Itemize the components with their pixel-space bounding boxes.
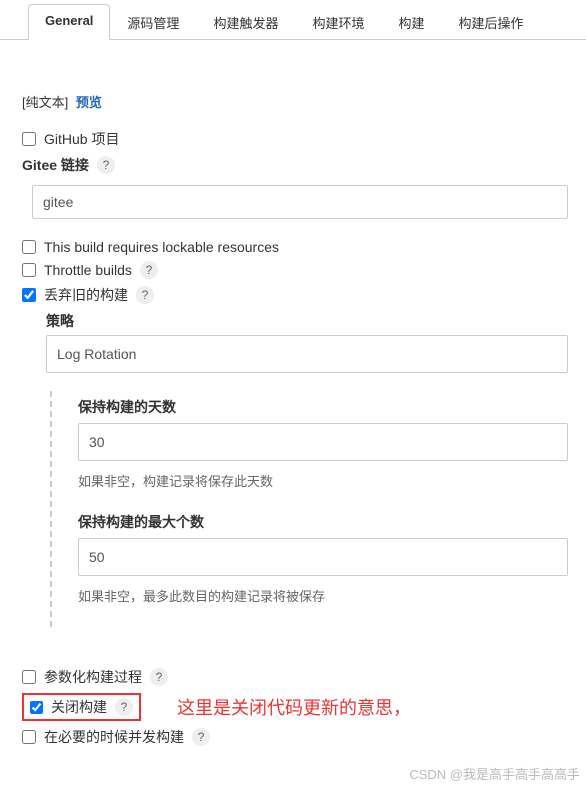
parameterized-label: 参数化构建过程 [44, 667, 142, 687]
keep-days-input[interactable] [78, 423, 568, 461]
keep-max-input[interactable] [78, 538, 568, 576]
keep-max-hint: 如果非空，最多此数目的构建记录将被保存 [78, 586, 568, 605]
parameterized-checkbox[interactable] [22, 670, 36, 684]
gitee-link-input[interactable] [32, 185, 568, 219]
gitee-link-label: Gitee 链接 [22, 155, 89, 175]
gitee-link-row: Gitee 链接 ? [22, 155, 568, 175]
help-icon[interactable]: ? [97, 156, 115, 174]
tab-triggers[interactable]: 构建触发器 [196, 4, 295, 40]
lockable-row: This build requires lockable resources [22, 239, 568, 255]
strategy-select[interactable]: Log Rotation [46, 335, 568, 373]
concurrent-checkbox[interactable] [22, 730, 36, 744]
format-preview[interactable]: 预览 [76, 95, 102, 110]
tab-scm[interactable]: 源码管理 [110, 4, 196, 40]
throttle-label: Throttle builds [44, 262, 132, 278]
description-format: [纯文本] 预览 [22, 92, 568, 111]
disable-build-highlight: 关闭构建 ? [22, 693, 141, 721]
concurrent-row: 在必要的时候并发构建 ? [22, 727, 568, 747]
throttle-checkbox[interactable] [22, 263, 36, 277]
concurrent-label: 在必要的时候并发构建 [44, 727, 184, 747]
help-icon[interactable]: ? [140, 261, 158, 279]
discard-checkbox[interactable] [22, 288, 36, 302]
log-rotation-block: 保持构建的天数 如果非空，构建记录将保存此天数 保持构建的最大个数 如果非空，最… [50, 391, 568, 627]
help-icon[interactable]: ? [150, 668, 168, 686]
lockable-checkbox[interactable] [22, 240, 36, 254]
keep-days-label: 保持构建的天数 [78, 397, 568, 417]
keep-max-label: 保持构建的最大个数 [78, 512, 568, 532]
parameterized-row: 参数化构建过程 ? [22, 667, 568, 687]
tab-env[interactable]: 构建环境 [295, 4, 381, 40]
strategy-label: 策略 [46, 311, 568, 331]
throttle-row: Throttle builds ? [22, 261, 568, 279]
help-icon[interactable]: ? [115, 698, 133, 716]
config-tabs: General 源码管理 构建触发器 构建环境 构建 构建后操作 [0, 4, 586, 40]
help-icon[interactable]: ? [136, 286, 154, 304]
lockable-label: This build requires lockable resources [44, 239, 279, 255]
github-project-row: GitHub 项目 [22, 129, 568, 149]
watermark-text: CSDN @我是高手高手高高手 [409, 764, 580, 783]
help-icon[interactable]: ? [192, 728, 210, 746]
disable-build-label: 关闭构建 [51, 697, 107, 717]
keep-days-hint: 如果非空，构建记录将保存此天数 [78, 471, 568, 490]
disable-build-checkbox[interactable] [30, 701, 43, 714]
discard-row: 丢弃旧的构建 ? [22, 285, 568, 305]
tab-build[interactable]: 构建 [381, 4, 441, 40]
annotation-text: 这里是关闭代码更新的意思， [177, 694, 411, 720]
discard-label: 丢弃旧的构建 [44, 285, 128, 305]
tab-general[interactable]: General [28, 4, 110, 40]
github-project-label: GitHub 项目 [44, 129, 119, 149]
format-plain: [纯文本] [22, 95, 68, 110]
github-project-checkbox[interactable] [22, 132, 36, 146]
tab-post[interactable]: 构建后操作 [441, 4, 540, 40]
